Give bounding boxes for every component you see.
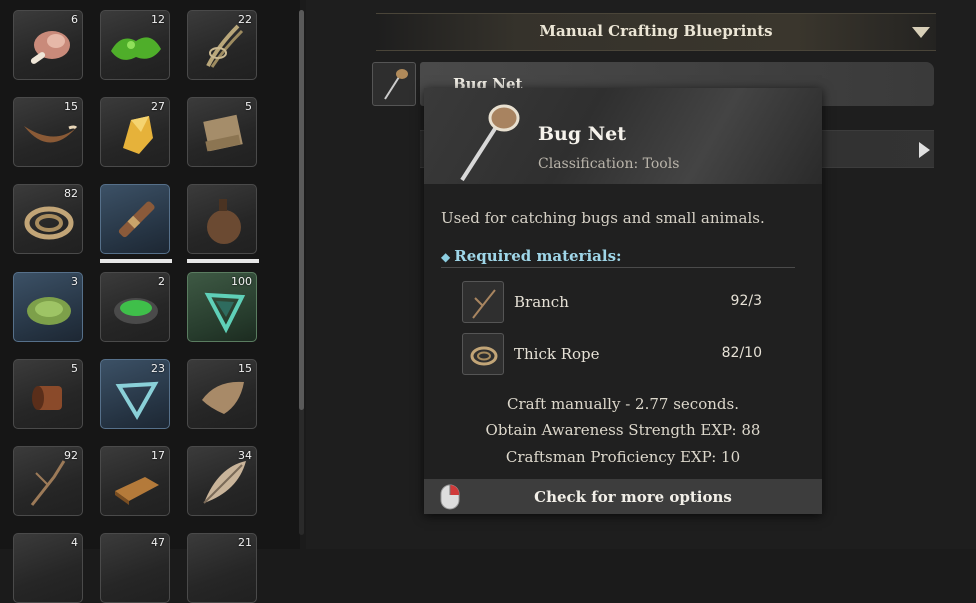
item-count: 4 bbox=[71, 536, 78, 549]
bug-net-icon bbox=[460, 104, 520, 182]
proficiency-exp: Craftsman Proficiency EXP: 10 bbox=[505, 448, 741, 466]
item-count: 92 bbox=[64, 449, 78, 462]
branch-icon bbox=[462, 281, 504, 323]
blueprint-item-icon[interactable] bbox=[372, 62, 416, 106]
bug-net-icon bbox=[384, 69, 408, 100]
inventory-slot-leather[interactable]: 5 bbox=[187, 97, 257, 167]
scrollbar-thumb[interactable] bbox=[299, 10, 304, 410]
blueprint-category-header[interactable]: Manual Crafting Blueprints bbox=[376, 13, 936, 51]
header-title: Manual Crafting Blueprints bbox=[539, 22, 773, 40]
inventory-slot-spool[interactable]: 5 bbox=[13, 359, 83, 429]
divider bbox=[441, 267, 795, 268]
item-count: 15 bbox=[238, 362, 252, 375]
thick-rope-icon bbox=[462, 333, 504, 375]
tooltip-description: Used for catching bugs and small animals… bbox=[441, 209, 765, 227]
inventory-slot-feather[interactable]: 34 bbox=[187, 446, 257, 516]
material-quantity: 92/3 bbox=[730, 293, 762, 309]
item-count: 100 bbox=[231, 275, 252, 288]
waterskin-icon bbox=[207, 199, 241, 244]
item-count: 5 bbox=[245, 100, 252, 113]
material-row: Branch 92/3 bbox=[462, 281, 762, 323]
item-count: 2 bbox=[158, 275, 165, 288]
selected-indicator bbox=[187, 259, 259, 263]
more-options-bar[interactable]: Check for more options bbox=[424, 479, 822, 514]
inventory-slot-ingot[interactable]: 17 bbox=[100, 446, 170, 516]
required-materials-heading: ◆ Required materials: bbox=[441, 247, 622, 265]
inventory-slot-spyglass[interactable] bbox=[100, 184, 170, 254]
material-name: Branch bbox=[514, 293, 569, 311]
selected-indicator bbox=[100, 259, 172, 263]
item-count: 5 bbox=[71, 362, 78, 375]
inventory-slot-fiber[interactable]: 22 bbox=[187, 10, 257, 80]
item-count: 47 bbox=[151, 536, 165, 549]
inventory-slot[interactable]: 21 bbox=[187, 533, 257, 603]
inventory-slot[interactable]: 4 bbox=[13, 533, 83, 603]
inventory-slot-hide[interactable]: 15 bbox=[187, 359, 257, 429]
required-materials-label: Required materials: bbox=[454, 247, 622, 265]
inventory-slot[interactable]: 47 bbox=[100, 533, 170, 603]
item-count: 22 bbox=[238, 13, 252, 26]
more-options-label: Check for more options bbox=[534, 488, 732, 506]
awareness-exp: Obtain Awareness Strength EXP: 88 bbox=[485, 421, 761, 439]
inventory-slot-rope[interactable]: 82 bbox=[13, 184, 83, 254]
craft-time: Craft manually - 2.77 seconds. bbox=[507, 395, 739, 413]
item-count: 12 bbox=[151, 13, 165, 26]
material-row: Thick Rope 82/10 bbox=[462, 333, 762, 375]
item-count: 23 bbox=[151, 362, 165, 375]
arrow-right-icon[interactable] bbox=[919, 142, 930, 158]
inventory-slot-potion-bowl[interactable]: 2 bbox=[100, 272, 170, 342]
inventory-slot-branch[interactable]: 92 bbox=[13, 446, 83, 516]
inventory-slot-slime[interactable]: 12 bbox=[100, 10, 170, 80]
tooltip-classification: Classification: Tools bbox=[538, 156, 680, 172]
inventory-slot-leaf-bowl[interactable]: 3 bbox=[13, 272, 83, 342]
dropdown-triangle-icon[interactable] bbox=[912, 27, 930, 38]
tooltip-item-name: Bug Net bbox=[538, 123, 627, 145]
item-count: 3 bbox=[71, 275, 78, 288]
inventory-slot-horn[interactable]: 15 bbox=[13, 97, 83, 167]
inventory-slot-crystal-small[interactable]: 23 bbox=[100, 359, 170, 429]
material-quantity: 82/10 bbox=[721, 345, 762, 361]
spyglass-icon bbox=[118, 201, 155, 238]
inventory-scrollbar[interactable] bbox=[299, 10, 304, 535]
material-name: Thick Rope bbox=[514, 345, 600, 363]
item-count: 21 bbox=[238, 536, 252, 549]
inventory-slot-crystal-frame[interactable]: 100 bbox=[187, 272, 257, 342]
item-count: 34 bbox=[238, 449, 252, 462]
inventory-slot-waterskin[interactable] bbox=[187, 184, 257, 254]
item-count: 27 bbox=[151, 100, 165, 113]
item-count: 82 bbox=[64, 187, 78, 200]
tooltip-header: Bug Net Classification: Tools bbox=[424, 88, 822, 184]
item-tooltip: Bug Net Classification: Tools Used for c… bbox=[424, 88, 822, 514]
item-count: 15 bbox=[64, 100, 78, 113]
diamond-icon: ◆ bbox=[441, 250, 451, 264]
item-count: 17 bbox=[151, 449, 165, 462]
inventory-slot-meat[interactable]: 6 bbox=[13, 10, 83, 80]
inventory-panel: 6 12 22 15 27 5 82 3 2 100 5 23 15 92 17… bbox=[0, 0, 300, 603]
item-count: 6 bbox=[71, 13, 78, 26]
inventory-slot-amber[interactable]: 27 bbox=[100, 97, 170, 167]
